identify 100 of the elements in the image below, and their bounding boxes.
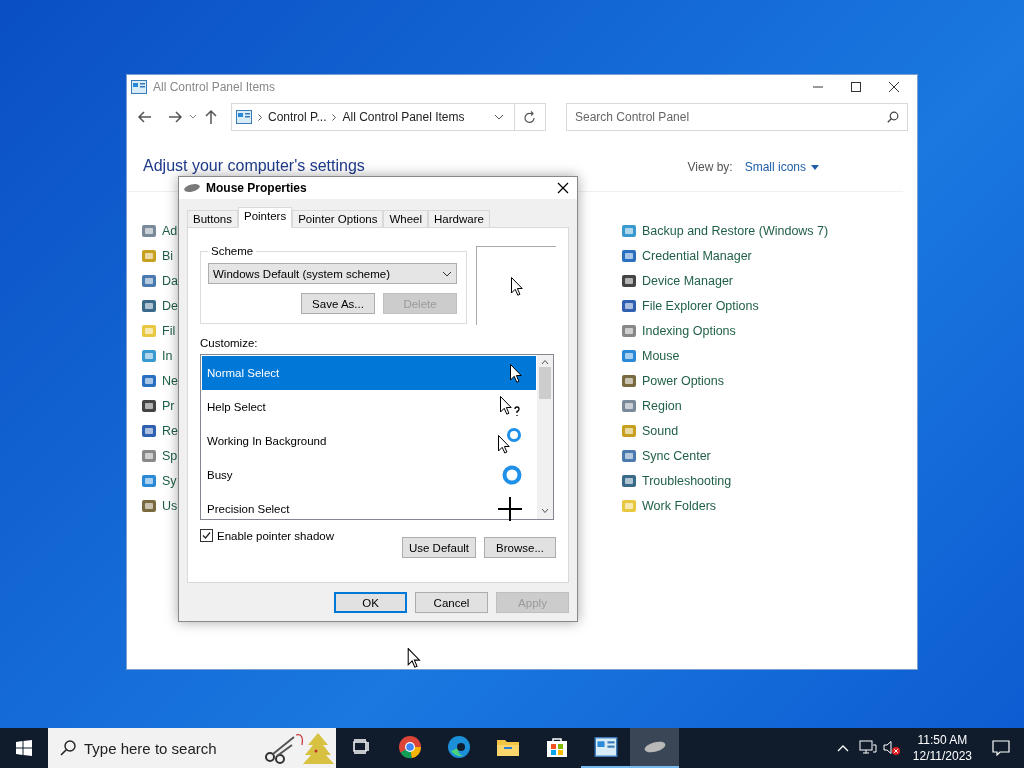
control-panel-item-icon [141,347,157,364]
page-heading: Adjust your computer's settings [143,157,366,175]
control-panel-item[interactable]: Bi [162,248,174,263]
tab[interactable]: Buttons [187,210,238,227]
control-panel-item-icon [621,222,637,239]
dialog-button[interactable]: Cancel [415,592,488,613]
taskbar-search-field[interactable]: Type here to search [48,728,336,768]
control-panel-item-icon [141,422,157,439]
back-arrow-icon[interactable] [137,109,153,125]
chevron-right-icon [332,113,337,121]
window-title: All Control Panel Items [153,80,277,94]
notification-icon[interactable] [992,740,1010,756]
control-panel-item[interactable]: Ne [162,373,178,388]
pointer-row[interactable]: Help Select [202,390,536,424]
customize-label: Customize: [200,337,259,349]
dialog-button[interactable]: OK [334,592,407,613]
chevron-down-icon[interactable] [189,114,197,120]
control-panel-item[interactable]: Power Options [642,373,724,388]
control-panel-item[interactable]: Device Manager [642,273,733,288]
control-panel-item[interactable]: Credential Manager [642,248,752,263]
forward-arrow-icon[interactable] [167,109,183,125]
network-icon[interactable] [858,740,877,756]
arrow-cursor-icon [510,276,523,296]
control-panel-item-icon [141,397,157,414]
breadcrumb-item[interactable]: Control P... [268,110,327,124]
scrollbar[interactable] [537,355,553,519]
control-panel-item[interactable]: Sync Center [642,448,711,463]
control-panel-item[interactable]: In [162,348,173,363]
control-panel-item-icon [621,347,637,364]
control-panel-item[interactable]: Backup and Restore (Windows 7) [642,223,829,238]
control-panel-item[interactable]: Region [642,398,682,413]
maximize-icon[interactable] [851,82,861,92]
folder-icon [495,737,520,757]
control-panel-item[interactable]: Da [162,273,178,288]
control-panel-item[interactable]: Sound [642,423,679,438]
control-panel-item[interactable]: Pr [162,398,175,413]
control-panel-item-icon [621,447,637,464]
tab[interactable]: Wheel [383,210,429,227]
control-panel-item[interactable]: Troubleshooting [642,473,732,488]
control-panel-item[interactable]: Mouse [642,348,680,363]
scroll-down-icon [541,508,549,514]
muted-speaker-icon[interactable] [882,740,901,756]
dialog-title: Mouse Properties [206,181,308,195]
pointer-row[interactable]: Working In Background [202,424,536,458]
control-panel-item[interactable]: Work Folders [642,498,717,513]
pointer-shadow-checkbox[interactable]: Enable pointer shadow [200,529,402,542]
pointer-row[interactable]: Normal Select [202,356,536,390]
arrow-cursor-icon [510,363,522,383]
control-panel-item-icon [621,372,637,389]
view-by-dropdown[interactable]: Small icons [744,160,819,174]
group-label: Scheme [210,245,255,257]
control-panel-item[interactable]: File Explorer Options [642,298,759,313]
control-panel-item[interactable]: Sp [162,448,178,463]
scrollbar-thumb[interactable] [539,367,551,399]
tab[interactable]: Pointer Options [292,210,384,227]
control-panel-item-icon [141,272,157,289]
control-panel-item[interactable]: Us [162,498,178,513]
pointer-button[interactable]: Use Default [402,537,476,558]
close-icon[interactable] [889,82,899,92]
chevron-down-icon [442,270,452,277]
control-panel-item[interactable]: Ad [162,223,178,238]
search-icon [60,740,76,756]
search-field[interactable]: Search Control Panel [566,103,908,131]
up-arrow-icon[interactable] [203,109,219,125]
control-panel-item-icon [621,497,637,514]
control-panel-item-icon [621,297,637,314]
breadcrumb-item[interactable]: All Control Panel Items [342,110,465,124]
control-panel-item[interactable]: Re [162,423,178,438]
clock[interactable]: 11:50 AM 12/11/2023 [912,732,972,764]
windows-logo-icon [16,740,32,756]
tab[interactable]: Pointers [238,207,293,228]
control-panel-item[interactable]: De [162,298,178,313]
control-panel-item[interactable]: Sy [162,473,177,488]
scheme-dropdown[interactable]: Windows Default (system scheme) [208,263,457,284]
task-view-icon [351,739,370,755]
chevron-right-icon [258,113,262,121]
edge-icon [446,735,471,759]
chevron-up-icon[interactable] [836,744,849,752]
control-panel-item-icon [621,322,637,339]
chevron-down-icon[interactable] [494,114,504,120]
caret-down-icon [811,164,819,170]
scheme-button[interactable]: Save As... [301,293,375,314]
control-panel-item-icon [141,497,157,514]
tab[interactable]: Hardware [428,210,490,227]
control-panel-item-icon [141,447,157,464]
address-bar[interactable]: Control P... All Control Panel Items [231,103,546,131]
control-panel-item[interactable]: Fil [162,323,176,338]
pointer-row[interactable]: Busy [202,458,536,492]
control-panel-icon [131,80,147,94]
refresh-icon[interactable] [524,110,536,124]
store-bag-icon [545,736,568,758]
crosshair-icon [498,497,522,521]
busy-ring-icon [502,465,522,485]
pointer-row[interactable]: Precision Select [202,492,536,526]
close-icon[interactable] [557,182,569,194]
control-panel-item-icon [621,422,637,439]
control-panel-item[interactable]: Indexing Options [642,323,736,338]
pointer-button[interactable]: Browse... [484,537,556,558]
mouse-icon [183,183,201,193]
control-panel-item-icon [621,472,637,489]
